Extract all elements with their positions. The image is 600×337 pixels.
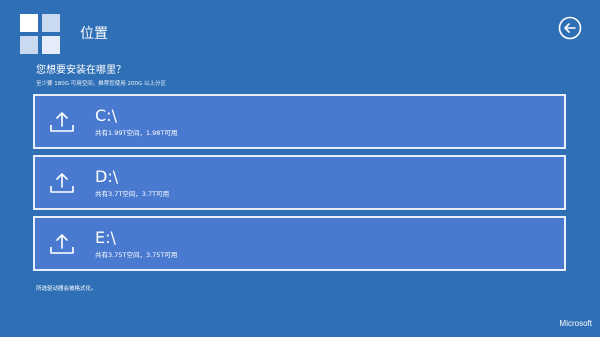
upload-icon: [50, 112, 74, 132]
space-hint: 至少要 180G 可用空间，推荐您使用 200G 以上分区: [36, 81, 167, 87]
drive-space: 共有3.75T空间，3.75T可用: [95, 251, 178, 259]
drive-letter: E:\: [95, 228, 116, 247]
format-warning: 所选驱动器会被格式化。: [36, 286, 97, 292]
drive-option-d[interactable]: D:\ 共有3.7T空间，3.7T可用: [33, 155, 566, 210]
drive-option-c[interactable]: C:\ 共有1.99T空间，1.98T可用: [33, 94, 566, 149]
drive-space: 共有1.99T空间，1.98T可用: [95, 129, 178, 137]
back-arrow-icon: [558, 16, 582, 40]
drive-letter: D:\: [95, 167, 119, 186]
upload-icon: [50, 173, 74, 193]
page-title: 位置: [80, 26, 108, 42]
windows-logo-icon: [20, 14, 60, 54]
upload-icon: [50, 234, 74, 254]
drive-option-e[interactable]: E:\ 共有3.75T空间，3.75T可用: [33, 216, 566, 271]
drive-letter: C:\: [95, 106, 117, 125]
brand-label: Microsoft: [559, 319, 592, 328]
back-button[interactable]: [558, 16, 582, 40]
drive-space: 共有3.7T空间，3.7T可用: [95, 190, 170, 198]
install-question: 您想要安装在哪里？: [36, 65, 126, 76]
install-location-page: 位置 您想要安装在哪里？ 至少要 180G 可用空间，推荐您使用 200G 以上…: [0, 0, 600, 337]
